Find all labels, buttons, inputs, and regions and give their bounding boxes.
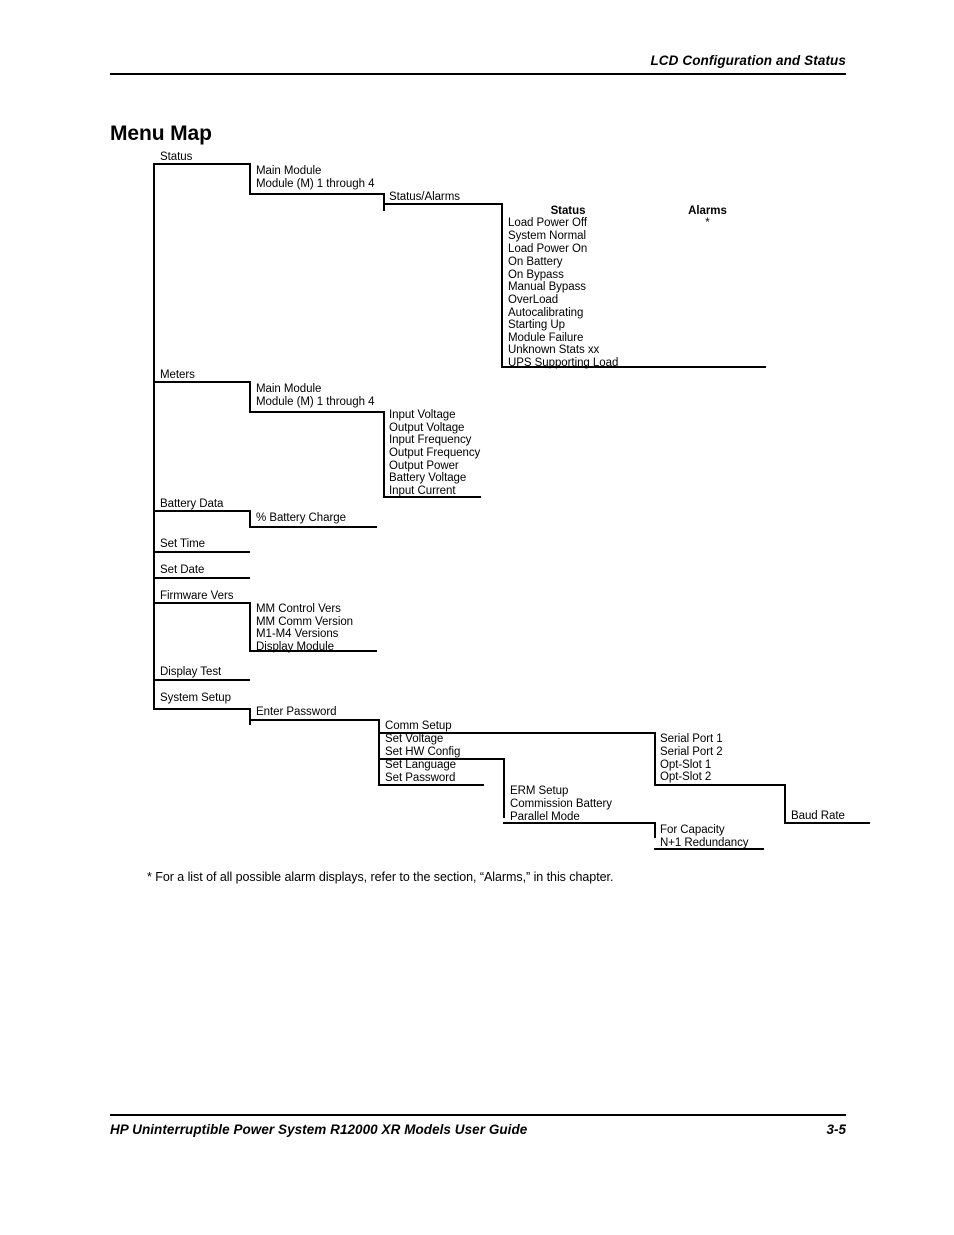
parallel-mode-value: For Capacity [660, 824, 725, 836]
rule-enter-password [249, 719, 379, 721]
rule-battery-l2 [249, 526, 377, 528]
connector-system-setup-l2 [249, 708, 251, 725]
menu-item-display-test[interactable]: Display Test [160, 666, 221, 679]
rule-set-date [153, 577, 250, 579]
menu-item-main-module-status[interactable]: Main Module [256, 165, 321, 178]
footnote: * For a list of all possible alarm displ… [147, 870, 614, 884]
firmware-value: MM Control Vers [256, 603, 341, 615]
rule-status-table-bottom [501, 366, 766, 368]
meters-value: Input Frequency [389, 434, 472, 446]
rule-set-time [153, 551, 250, 553]
rule-baud-rate [784, 822, 870, 824]
footer-page-number: 3-5 [826, 1122, 846, 1137]
connector-hw-config-l4 [503, 758, 505, 818]
rule-firmware-vers [153, 602, 250, 604]
connector-status-table [501, 203, 503, 366]
status-value: Load Power Off [508, 217, 587, 229]
connector-meters-l3 [383, 411, 385, 496]
rule-display-test [153, 679, 250, 681]
comm-setup-value: Serial Port 1 [660, 733, 723, 745]
connector-battery-l2 [249, 510, 251, 527]
rule-firmware-l2-bottom [249, 650, 377, 652]
menu-item-module-m-1-4-status[interactable]: Module (M) 1 through 4 [256, 178, 374, 191]
menu-item-battery-charge[interactable]: % Battery Charge [256, 512, 346, 525]
menu-item-set-voltage[interactable]: Set Voltage [385, 733, 443, 746]
connector-parallel-mode-l5 [654, 822, 656, 838]
rule-set-password [378, 784, 484, 786]
status-value: Unknown Stats xx [508, 344, 600, 356]
rule-battery-data [153, 510, 250, 512]
rule-comm-setup-l4-bottom [654, 784, 786, 786]
status-value: System Normal [508, 230, 586, 242]
footer-text: HP Uninterruptible Power System R12000 X… [110, 1122, 528, 1137]
menu-item-main-module-meters[interactable]: Main Module [256, 383, 321, 396]
rule-system-setup [153, 708, 250, 710]
menu-item-set-language[interactable]: Set Language [385, 759, 456, 772]
rule-meters-l3-bottom [383, 496, 481, 498]
comm-setup-value: Opt-Slot 2 [660, 771, 712, 783]
connector-comm-setup-l4 [654, 732, 656, 784]
rule-status-l3 [383, 203, 502, 205]
menu-item-system-setup[interactable]: System Setup [160, 692, 231, 705]
menu-item-enter-password[interactable]: Enter Password [256, 706, 337, 719]
status-value: Load Power On [508, 243, 588, 255]
rule-status [153, 163, 250, 165]
menu-item-set-time[interactable]: Set Time [160, 538, 205, 551]
running-foot-rule [110, 1114, 846, 1117]
meters-value: Input Voltage [389, 409, 456, 421]
comm-setup-value: Serial Port 2 [660, 746, 723, 758]
connector-status-l2 [249, 163, 251, 194]
menu-item-module-m-1-4-meters[interactable]: Module (M) 1 through 4 [256, 396, 374, 409]
firmware-value: M1-M4 Versions [256, 628, 339, 640]
status-value: OverLoad [508, 294, 559, 306]
status-value: Starting Up [508, 319, 565, 331]
rule-parallel-mode-l5-bottom [654, 848, 764, 850]
menu-map-diagram: Status Main Module Module (M) 1 through … [0, 0, 954, 1235]
status-value: UPS Supporting Load [508, 357, 619, 369]
meters-value: Output Frequency [389, 447, 481, 459]
rule-meters-l2 [249, 411, 384, 413]
rule-parallel-mode [503, 822, 655, 824]
document-page: LCD Configuration and Status Menu Map St… [0, 0, 954, 1235]
hw-config-value: Commission Battery [510, 798, 612, 810]
connector-meters-l2 [249, 381, 251, 412]
alarms-footnote-marker: * [705, 217, 710, 229]
meters-value: Battery Voltage [389, 472, 467, 484]
connector-baud-rate [784, 784, 786, 822]
spine-main [153, 163, 155, 708]
connector-firmware-l2 [249, 602, 251, 650]
menu-item-set-date[interactable]: Set Date [160, 564, 204, 577]
connector-system-setup-l3 [378, 719, 380, 785]
rule-meters [153, 381, 250, 383]
status-value: Manual Bypass [508, 281, 586, 293]
status-value: On Battery [508, 256, 563, 268]
connector-status-l3 [383, 193, 385, 211]
firmware-value: Display Module [256, 641, 334, 653]
rule-status-l2 [249, 193, 384, 195]
hw-config-value: ERM Setup [510, 785, 569, 797]
